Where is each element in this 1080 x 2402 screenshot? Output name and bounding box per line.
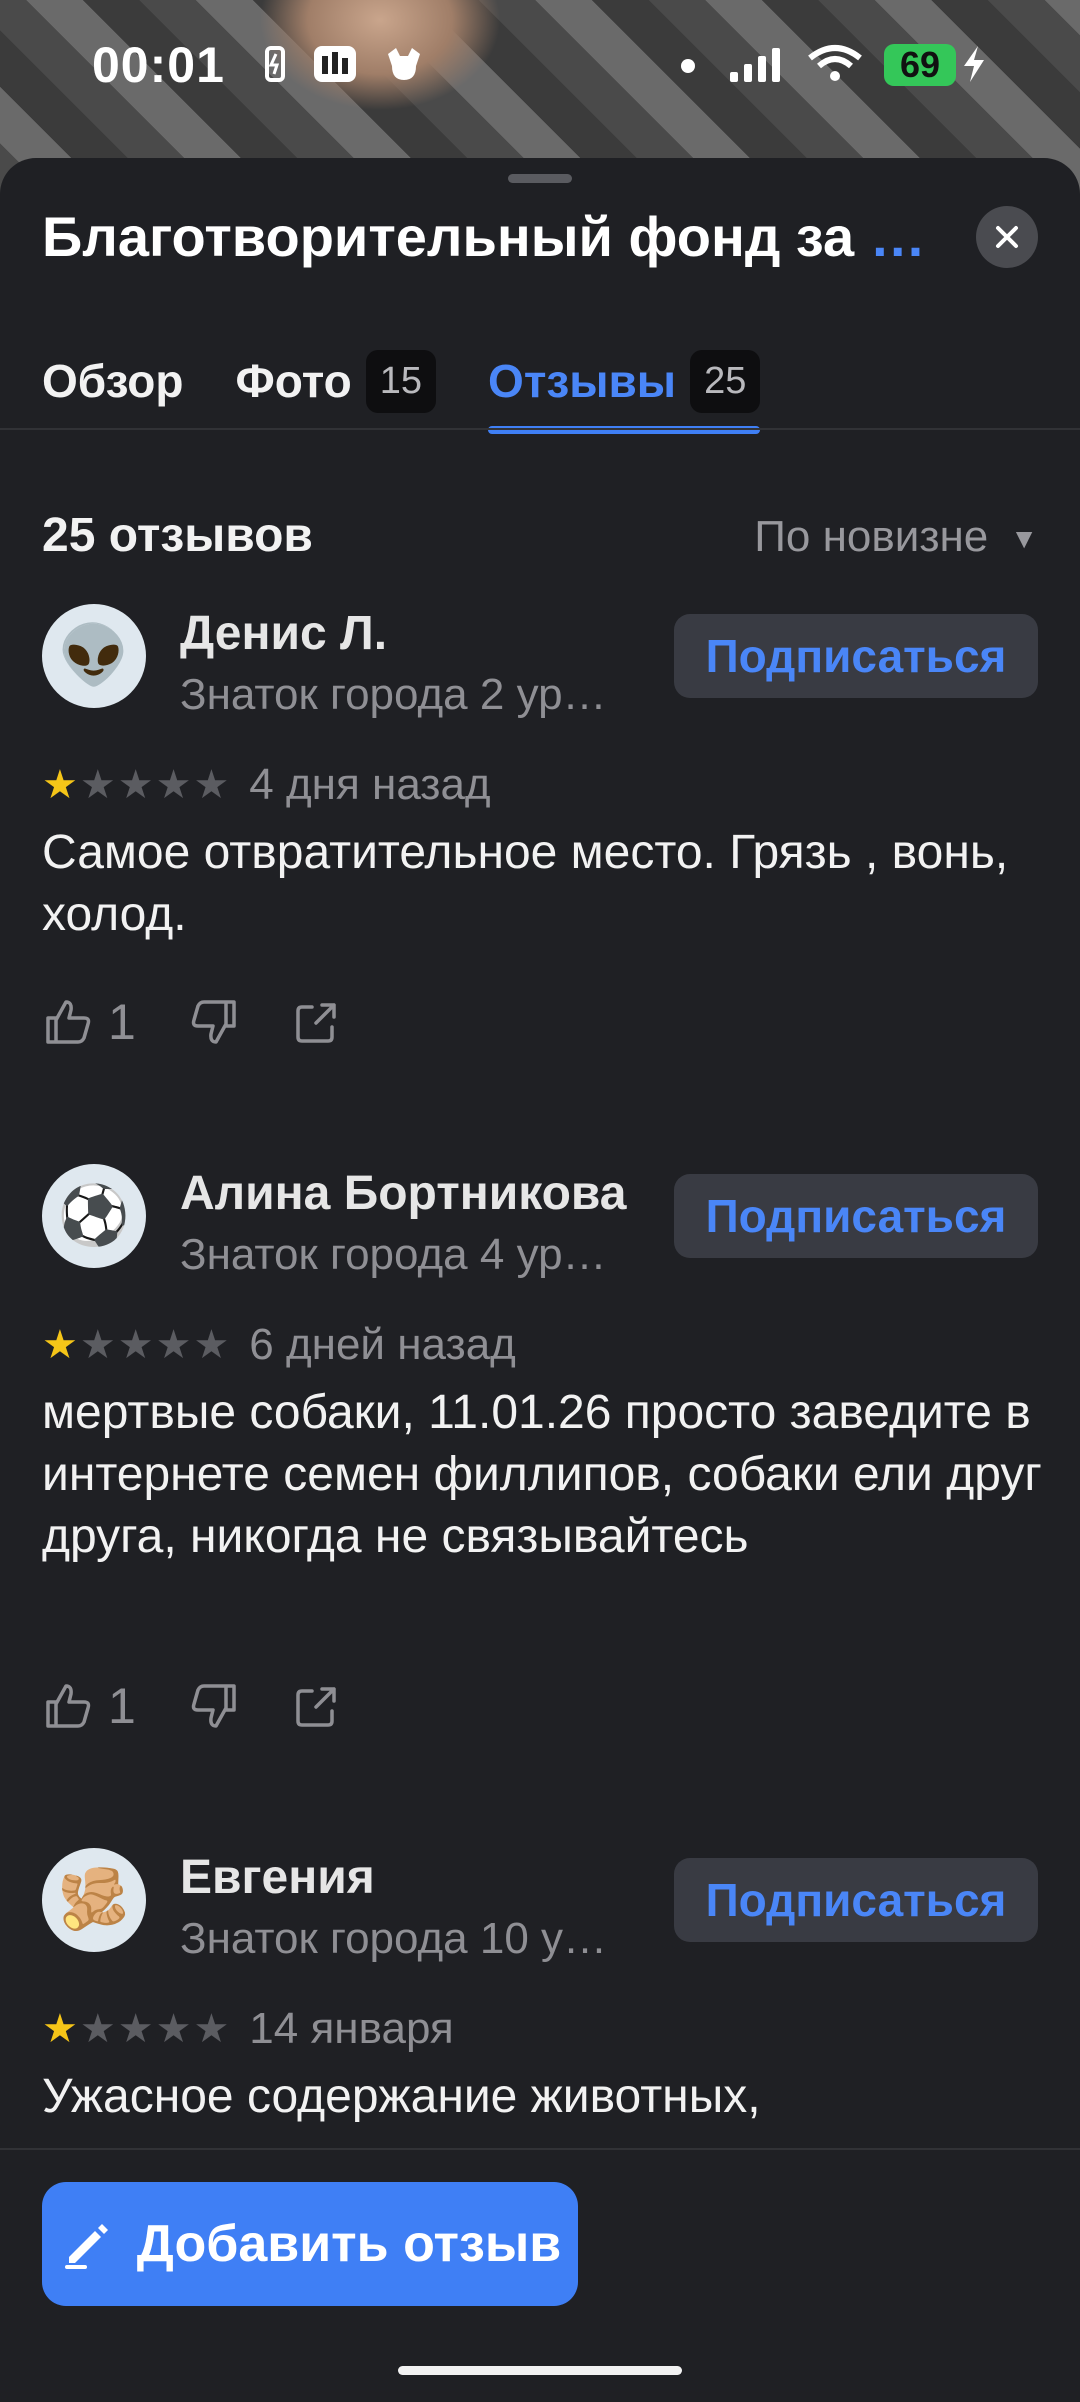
star-icon: ★ [42, 2007, 78, 2051]
review-date: 6 дней назад [249, 1320, 516, 1369]
share-icon [296, 1687, 336, 1727]
tab-overview[interactable]: Обзор [42, 342, 184, 420]
charging-bolt-icon [964, 46, 984, 82]
dislike-button[interactable] [188, 1680, 240, 1732]
tab-reviews-badge: 25 [690, 349, 761, 413]
star-icon: ★ [42, 763, 78, 807]
sort-dropdown[interactable]: По новизне ▼ [754, 512, 1038, 562]
review-text: Самое отвратительное место. Грязь , вонь… [42, 826, 1009, 941]
tab-reviews[interactable]: Отзывы 25 [488, 342, 761, 434]
like-count: 1 [108, 994, 136, 1050]
star-icon: ★ [79, 1323, 116, 1367]
reviewer-level: Знаток города 10 у… [180, 1914, 608, 1963]
share-button[interactable] [292, 997, 342, 1047]
home-indicator[interactable] [398, 2366, 682, 2375]
avatar-emoji: ⚽ [57, 1183, 131, 1248]
add-review-button[interactable]: Добавить отзыв [42, 2182, 578, 2306]
rating-stars: ★ ★ ★ ★ ★ 4 дня назад [42, 760, 491, 810]
place-title-text: Благотворительный фонд за [42, 205, 855, 268]
signal-icon [730, 48, 780, 82]
share-button[interactable] [292, 1681, 342, 1731]
star-icon: ★ [79, 763, 116, 807]
subscribe-button[interactable]: Подписаться [674, 1858, 1038, 1942]
dot-icon [681, 59, 695, 73]
avatar[interactable]: 👽 [42, 604, 146, 708]
tab-overview-label: Обзор [42, 355, 184, 407]
status-bar: 00:01 69 [0, 0, 1080, 130]
cat-app-icon [388, 48, 420, 80]
star-icon: ★ [193, 763, 230, 807]
star-icon: ★ [193, 2007, 230, 2051]
avatar-emoji: 🫚 [57, 1867, 131, 1932]
status-time: 00:01 [92, 37, 225, 93]
avatar[interactable]: ⚽ [42, 1164, 146, 1268]
review-date: 4 дня назад [249, 760, 491, 809]
review-actions: 1 [42, 992, 394, 1052]
reviews-header: 25 отзывов По новизне ▼ [42, 508, 1038, 568]
rating-stars: ★ ★ ★ ★ ★ 6 дней назад [42, 1320, 516, 1370]
like-button[interactable]: 1 [42, 993, 136, 1051]
tab-photos-badge: 15 [365, 349, 437, 413]
avatar-emoji: 👽 [57, 623, 131, 688]
sim-card-icon [314, 46, 356, 82]
reviewer-name[interactable]: Денис Л. [180, 606, 387, 661]
review-text: мертвые собаки, 11.01.26 просто заведите… [42, 1386, 1042, 1563]
title-more-link[interactable]: … [870, 205, 926, 268]
battery-charging-icon [265, 46, 285, 82]
close-icon [996, 226, 1018, 248]
share-icon [296, 1003, 336, 1043]
reviewer-level: Знаток города 2 ур… [180, 670, 607, 719]
bottom-bar: Добавить отзыв [0, 2148, 1080, 2402]
star-icon: ★ [117, 763, 154, 807]
reviewer-level: Знаток города 4 ур… [180, 1230, 607, 1279]
thumbs-down-icon [191, 1684, 236, 1728]
chevron-down-icon: ▼ [1010, 523, 1038, 555]
sort-label: По новизне [754, 512, 989, 561]
reviews-count: 25 отзывов [42, 509, 313, 562]
dislike-button[interactable] [188, 996, 240, 1048]
tab-photos-label: Фото [235, 355, 352, 407]
wifi-icon [808, 45, 862, 81]
star-icon: ★ [155, 763, 192, 807]
star-icon: ★ [193, 1323, 230, 1367]
star-icon: ★ [117, 2007, 154, 2051]
add-review-label: Добавить отзыв [136, 2215, 562, 2273]
review-text: Ужасное содержание животных, [42, 2070, 761, 2123]
star-icon: ★ [155, 2007, 192, 2051]
star-icon: ★ [42, 1323, 78, 1367]
rating-stars: ★ ★ ★ ★ ★ 14 января [42, 2004, 454, 2054]
tab-reviews-label: Отзывы [488, 355, 677, 407]
star-icon: ★ [117, 1323, 154, 1367]
star-icon: ★ [155, 1323, 192, 1367]
thumbs-up-icon [46, 1684, 91, 1728]
thumbs-up-icon [46, 1000, 91, 1044]
close-button[interactable] [976, 206, 1038, 268]
subscribe-button[interactable]: Подписаться [674, 1174, 1038, 1258]
battery-level: 69 [884, 44, 956, 86]
review-date: 14 января [249, 2004, 454, 2053]
avatar[interactable]: 🫚 [42, 1848, 146, 1952]
tab-bar: Обзор Фото 15 Отзывы 25 [42, 342, 812, 442]
review-actions: 1 [42, 1676, 394, 1736]
pencil-icon [64, 2224, 108, 2269]
place-title: Благотворительный фонд за … [42, 204, 942, 269]
reviewer-name[interactable]: Евгения [180, 1850, 375, 1905]
star-icon: ★ [79, 2007, 116, 2051]
thumbs-down-icon [191, 1000, 236, 1044]
subscribe-button[interactable]: Подписаться [674, 614, 1038, 698]
sheet-grabber[interactable] [508, 174, 572, 183]
tab-photos[interactable]: Фото 15 [236, 342, 437, 420]
like-button[interactable]: 1 [42, 1677, 136, 1735]
reviewer-name[interactable]: Алина Бортникова [180, 1166, 626, 1221]
like-count: 1 [108, 1678, 136, 1734]
divider [0, 428, 1080, 430]
